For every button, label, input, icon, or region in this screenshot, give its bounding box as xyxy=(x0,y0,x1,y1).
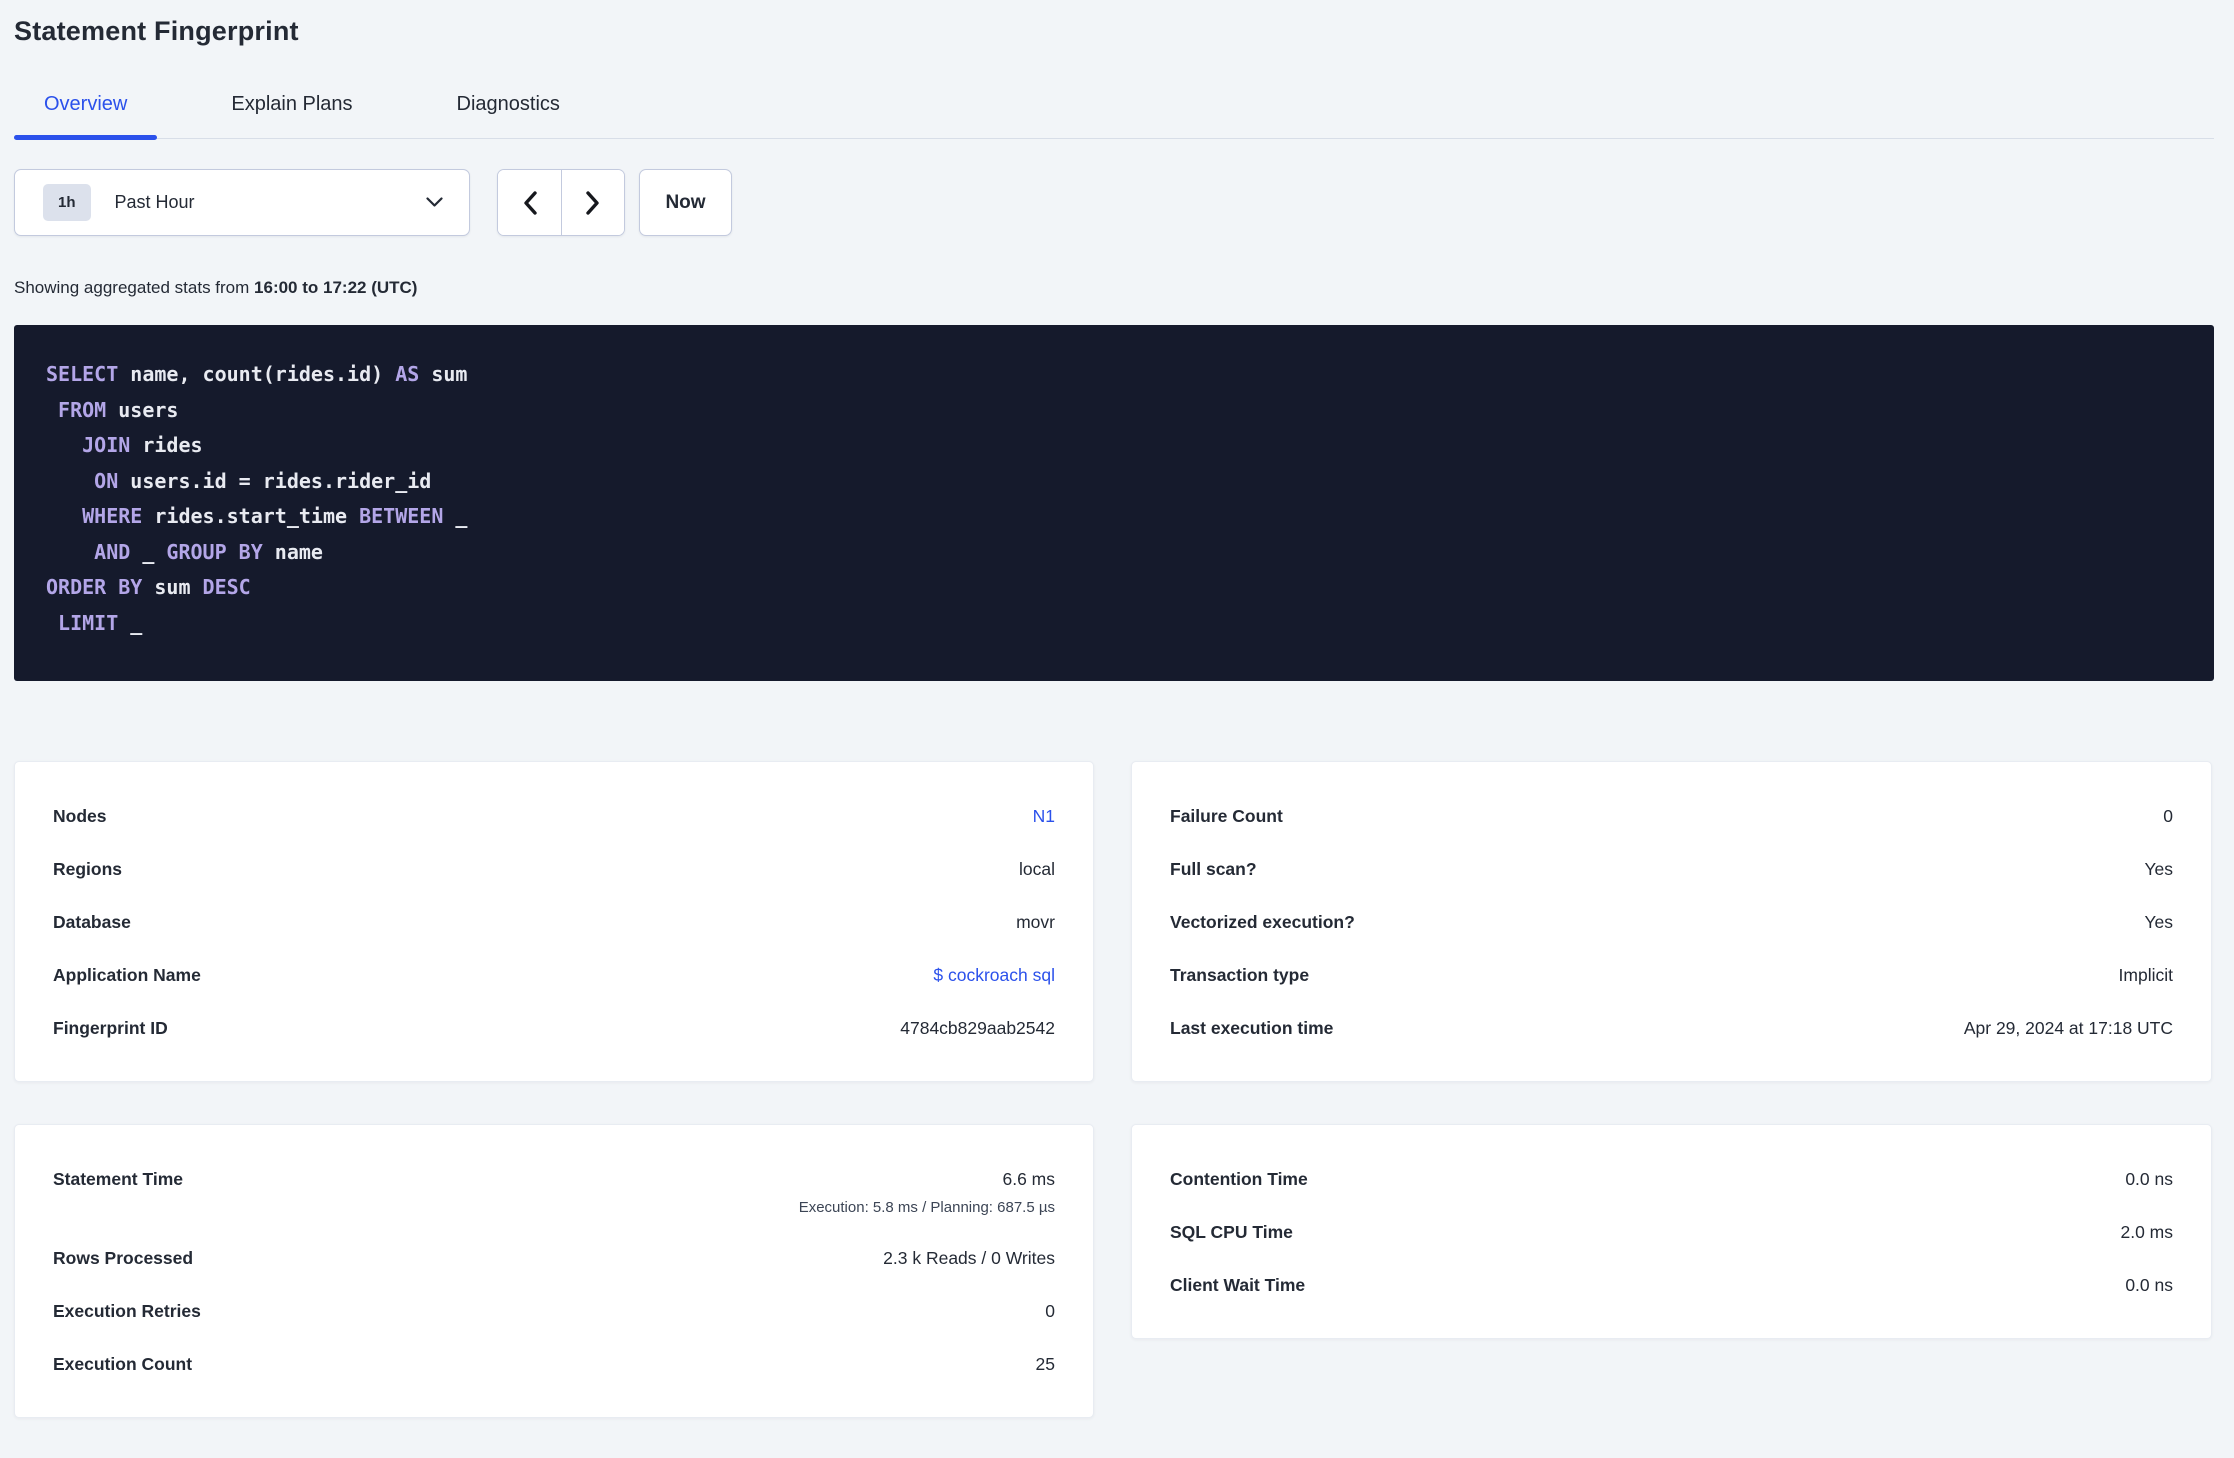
row-value: 25 xyxy=(1035,1354,1055,1374)
chevron-down-icon xyxy=(426,197,443,208)
sql-line: WHERE rides.start_time BETWEEN _ xyxy=(82,504,468,528)
table-row: Execution Retries 0 xyxy=(53,1301,1055,1322)
time-range-dropdown[interactable]: 1h Past Hour xyxy=(14,169,470,236)
tab-overview[interactable]: Overview xyxy=(14,93,158,140)
statement-fingerprint-page: Statement Fingerprint Overview Explain P… xyxy=(0,0,2234,1418)
sql-line: ON users.id = rides.rider_id xyxy=(94,468,432,493)
sql-statement: SELECT name, count(rides.id) AS sum FROM… xyxy=(14,325,2214,681)
row-value: 2.3 k Reads / 0 Writes xyxy=(883,1248,1055,1268)
summary-cards-row-1: Nodes N1 Regions local Database movr App… xyxy=(14,761,2214,1082)
row-value: 0.0 ns xyxy=(2125,1275,2173,1295)
chevron-right-icon xyxy=(586,190,600,215)
sql-line: AND _ GROUP BY name xyxy=(94,539,323,564)
sql-line: JOIN rides xyxy=(82,433,203,457)
nodes-link[interactable]: N1 xyxy=(1033,806,1055,827)
table-row: Rows Processed 2.3 k Reads / 0 Writes xyxy=(53,1248,1055,1269)
table-row: Failure Count 0 xyxy=(1170,806,2173,827)
row-value: local xyxy=(1019,859,1055,879)
row-label: Execution Count xyxy=(53,1354,193,1374)
time-range-badge: 1h xyxy=(43,184,91,221)
statement-time-breakdown: Execution: 5.8 ms / Planning: 687.5 µs xyxy=(798,1199,1055,1216)
table-row: Statement Time 6.6 ms Execution: 5.8 ms … xyxy=(53,1169,1055,1216)
aggregated-stats-caption: Showing aggregated stats from 16:00 to 1… xyxy=(14,278,2214,298)
table-row: Execution Count 25 xyxy=(53,1354,1055,1375)
row-label: Vectorized execution? xyxy=(1170,912,1355,932)
row-value: 0.0 ns xyxy=(2125,1169,2173,1189)
statement-time-value: 6.6 ms Execution: 5.8 ms / Planning: 687… xyxy=(799,1169,1055,1216)
row-value: 0 xyxy=(1045,1301,1055,1321)
tab-bar: Overview Explain Plans Diagnostics xyxy=(14,93,2214,140)
row-label: Client Wait Time xyxy=(1170,1275,1306,1295)
table-row: Nodes N1 xyxy=(53,806,1055,827)
summary-cards-row-2: Statement Time 6.6 ms Execution: 5.8 ms … xyxy=(14,1124,2214,1418)
tab-explain-plans[interactable]: Explain Plans xyxy=(201,93,382,138)
statement-details-card: Nodes N1 Regions local Database movr App… xyxy=(14,761,1094,1082)
sql-line: LIMIT _ xyxy=(58,610,143,635)
caption-prefix: Showing aggregated stats from xyxy=(14,278,255,297)
row-value: Yes xyxy=(2144,912,2173,932)
page-title: Statement Fingerprint xyxy=(14,16,299,46)
row-label: Last execution time xyxy=(1170,1018,1334,1038)
row-label: Full scan? xyxy=(1170,859,1257,879)
row-value: 6.6 ms xyxy=(1002,1169,1055,1189)
tab-diagnostics[interactable]: Diagnostics xyxy=(427,93,590,138)
time-controls: 1h Past Hour Now xyxy=(14,169,2214,236)
row-value: Implicit xyxy=(2118,965,2173,985)
last-execution-time-value: Apr 29, 2024 at 17:18 UTC xyxy=(1963,1018,2173,1038)
application-name-link[interactable]: $ cockroach sql xyxy=(933,965,1055,986)
wait-times-card: Contention Time 0.0 ns SQL CPU Time 2.0 … xyxy=(1131,1124,2212,1339)
table-row: Last execution time Apr 29, 2024 at 17:1… xyxy=(1170,1018,2173,1039)
row-value: 2.0 ms xyxy=(2120,1222,2173,1242)
table-row: Full scan? Yes xyxy=(1170,859,2173,880)
execution-attributes-card: Failure Count 0 Full scan? Yes Vectorize… xyxy=(1131,761,2212,1082)
row-label: Transaction type xyxy=(1170,965,1310,985)
next-range-button[interactable] xyxy=(561,170,624,235)
row-label: Contention Time xyxy=(1170,1169,1308,1189)
caption-range: 16:00 to 17:22 (UTC) xyxy=(254,278,418,297)
table-row: Fingerprint ID 4784cb829aab2542 xyxy=(53,1018,1055,1039)
now-button[interactable]: Now xyxy=(639,169,732,236)
row-label: Failure Count xyxy=(1170,806,1283,826)
prev-range-button[interactable] xyxy=(498,170,561,235)
table-row: Transaction type Implicit xyxy=(1170,965,2173,986)
row-value: movr xyxy=(1016,912,1055,932)
table-row: Database movr xyxy=(53,912,1055,933)
chevron-left-icon xyxy=(523,190,537,215)
time-range-nav xyxy=(497,169,625,236)
row-label: Rows Processed xyxy=(53,1248,194,1268)
statement-times-card: Statement Time 6.6 ms Execution: 5.8 ms … xyxy=(14,1124,1094,1418)
table-row: Contention Time 0.0 ns xyxy=(1170,1169,2173,1190)
table-row: Application Name $ cockroach sql xyxy=(53,965,1055,986)
fingerprint-id-value: 4784cb829aab2542 xyxy=(900,1018,1055,1038)
time-range-label: Past Hour xyxy=(114,192,195,212)
row-label: Statement Time xyxy=(53,1169,183,1189)
table-row: Vectorized execution? Yes xyxy=(1170,912,2173,933)
table-row: Client Wait Time 0.0 ns xyxy=(1170,1275,2173,1296)
sql-line: SELECT name, count(rides.id) AS sum xyxy=(46,362,468,386)
row-label: SQL CPU Time xyxy=(1170,1222,1293,1242)
row-value: 0 xyxy=(2163,806,2173,826)
row-value: Yes xyxy=(2144,859,2173,879)
row-label: Nodes xyxy=(53,806,107,826)
row-label: Application Name xyxy=(53,965,201,985)
sql-line: FROM users xyxy=(58,397,179,422)
table-row: Regions local xyxy=(53,859,1055,880)
sql-line: ORDER BY sum DESC xyxy=(46,575,251,599)
row-label: Execution Retries xyxy=(53,1301,201,1321)
row-label: Fingerprint ID xyxy=(53,1018,168,1038)
table-row: SQL CPU Time 2.0 ms xyxy=(1170,1222,2173,1243)
row-label: Regions xyxy=(53,859,123,879)
row-label: Database xyxy=(53,912,131,932)
